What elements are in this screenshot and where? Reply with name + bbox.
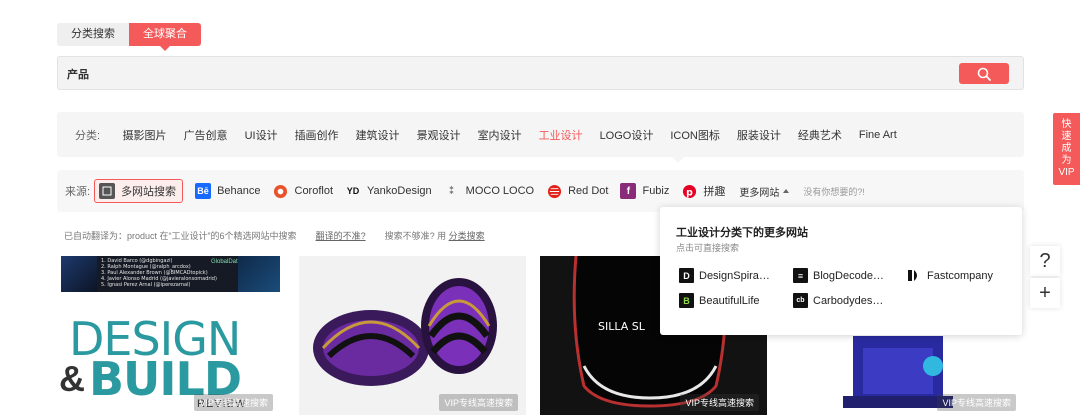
more-sites-label: 更多网站: [739, 187, 780, 199]
help-button[interactable]: ?: [1030, 246, 1060, 276]
site-beautifullife[interactable]: B BeautifulLife: [679, 293, 760, 308]
fubiz-icon: f: [620, 183, 637, 199]
result-card[interactable]: VIP专线高速搜索: [299, 256, 526, 415]
behance-icon: Bē: [195, 183, 212, 199]
category-label: 分类:: [75, 129, 101, 142]
category-search-link[interactable]: 分类搜索: [449, 231, 485, 241]
translation-text: 已自动翻译为：product 在“工业设计”的6个精选网站中搜索: [64, 231, 297, 241]
source-yankodesign[interactable]: YD YankoDesign: [345, 179, 432, 203]
translation-feedback-link[interactable]: 翻译的不准?: [316, 231, 366, 241]
fastcompany-icon: [907, 268, 922, 283]
site-carbodydesign[interactable]: cb Carbodydes…: [793, 293, 883, 308]
add-button[interactable]: +: [1030, 278, 1060, 308]
category-pointer: [672, 157, 684, 163]
source-label-behance: Behance: [217, 185, 261, 197]
category-industrial-design[interactable]: 工业设计: [539, 127, 583, 143]
source-coroflot[interactable]: Coroflot: [273, 179, 334, 203]
more-sites-toggle[interactable]: 更多网站: [739, 184, 790, 199]
beautifullife-icon: B: [679, 293, 694, 308]
speaker-list: 1. David Barco (@dgbingazi) 2. Ralph Mon…: [101, 258, 217, 288]
vip-tag[interactable]: VIP专线高速搜索: [439, 394, 518, 411]
source-behance[interactable]: Bē Behance: [195, 179, 261, 203]
card-header-image: 1. David Barco (@dgbingazi) 2. Ralph Mon…: [61, 256, 280, 292]
source-label-yankodesign: YankoDesign: [367, 185, 432, 197]
vip-tag[interactable]: VIP专线高速搜索: [937, 394, 1016, 411]
source-multi-site[interactable]: 多网站搜索: [94, 179, 184, 203]
tab-category-search[interactable]: 分类搜索: [57, 23, 129, 46]
site-fastcompany[interactable]: Fastcompany: [907, 268, 993, 283]
card-caption: SILLA SL: [598, 320, 645, 333]
become-vip-button[interactable]: 快 速 成 为 VIP: [1053, 113, 1080, 185]
mocoloco-icon: ⁑: [449, 185, 455, 197]
more-sites-dropdown: 工业设计分类下的更多网站 点击可直接搜索 D DesignSpira… ≡ Bl…: [660, 207, 1022, 335]
source-fubiz[interactable]: f Fubiz: [620, 179, 669, 203]
category-photography[interactable]: 摄影图片: [123, 127, 167, 143]
source-mocoloco[interactable]: ⁑ MOCO LOCO: [444, 179, 534, 203]
blogdecoration-icon: ≡: [793, 268, 808, 283]
source-hint-link[interactable]: 没有你想要的?!: [803, 185, 865, 198]
category-interior[interactable]: 室内设计: [478, 127, 522, 143]
tab-global-aggregate[interactable]: 全球聚合: [129, 23, 201, 51]
pinterest-icon: p: [681, 183, 697, 199]
category-advertising[interactable]: 广告创意: [184, 127, 228, 143]
vip-tag[interactable]: VIP专线高速搜索: [680, 394, 759, 411]
source-pinterest[interactable]: p 拼趣: [681, 179, 725, 203]
card-headline-amp: &: [59, 358, 85, 399]
grid-icon: [99, 183, 116, 199]
search-bar: [57, 56, 1024, 90]
category-landscape[interactable]: 景观设计: [417, 127, 461, 143]
source-label-pinterest: 拼趣: [703, 186, 726, 198]
category-illustration[interactable]: 插画创作: [295, 127, 339, 143]
source-label-fubiz: Fubiz: [642, 185, 670, 197]
translation-info: 已自动翻译为：product 在“工业设计”的6个精选网站中搜索 翻译的不准? …: [64, 229, 485, 242]
source-label-multi: 多网站搜索: [121, 186, 177, 198]
category-logo-design[interactable]: LOGO设计: [600, 127, 654, 143]
coroflot-icon: [273, 183, 289, 199]
category-fashion[interactable]: 服装设计: [737, 127, 781, 143]
search-mode-tabs: 分类搜索 全球聚合: [57, 23, 201, 51]
category-architecture[interactable]: 建筑设计: [356, 127, 400, 143]
dropdown-subtitle: 点击可直接搜索: [676, 243, 740, 253]
category-icon[interactable]: ICON图标: [670, 127, 720, 143]
svg-text:p: p: [686, 187, 693, 198]
category-classic-art[interactable]: 经典艺术: [798, 127, 842, 143]
category-bar: 分类: 摄影图片 广告创意 UI设计 插画创作 建筑设计 景观设计 室内设计 工…: [57, 112, 1024, 163]
source-label: 来源:: [65, 186, 91, 198]
source-bar: 来源: 多网站搜索 Bē Behance Coroflot YD YankoDe…: [57, 170, 1024, 212]
caret-up-icon: [783, 189, 790, 193]
designspiration-icon: D: [679, 268, 694, 283]
vip-tag[interactable]: VIP专线高速搜索: [194, 394, 273, 411]
search-accuracy-text: 搜索不够准? 用: [384, 231, 447, 241]
search-input[interactable]: [67, 65, 927, 83]
source-label-mocoloco: MOCO LOCO: [465, 185, 535, 197]
source-label-coroflot: Coroflot: [294, 185, 334, 197]
carbodydesign-icon: cb: [793, 293, 808, 308]
helmet-image: [299, 256, 526, 415]
plus-icon: +: [1039, 281, 1051, 304]
category-fine-art[interactable]: Fine Art: [859, 129, 897, 141]
site-designspiration[interactable]: D DesignSpira…: [679, 268, 770, 283]
search-button[interactable]: [959, 63, 1009, 84]
dropdown-title: 工业设计分类下的更多网站: [676, 227, 808, 239]
category-ui-design[interactable]: UI设计: [245, 127, 278, 143]
yankodesign-icon: YD: [346, 186, 360, 196]
source-reddot[interactable]: Red Dot: [546, 179, 608, 203]
source-label-reddot: Red Dot: [568, 185, 609, 197]
result-card[interactable]: 1. David Barco (@dgbingazi) 2. Ralph Mon…: [57, 256, 281, 415]
help-icon: ?: [1039, 249, 1051, 272]
globaldata-badge: GlobalData: [211, 259, 242, 265]
site-blogdecoration[interactable]: ≡ BlogDecode…: [793, 268, 884, 283]
search-icon: [977, 67, 991, 81]
reddot-icon: [546, 183, 562, 199]
